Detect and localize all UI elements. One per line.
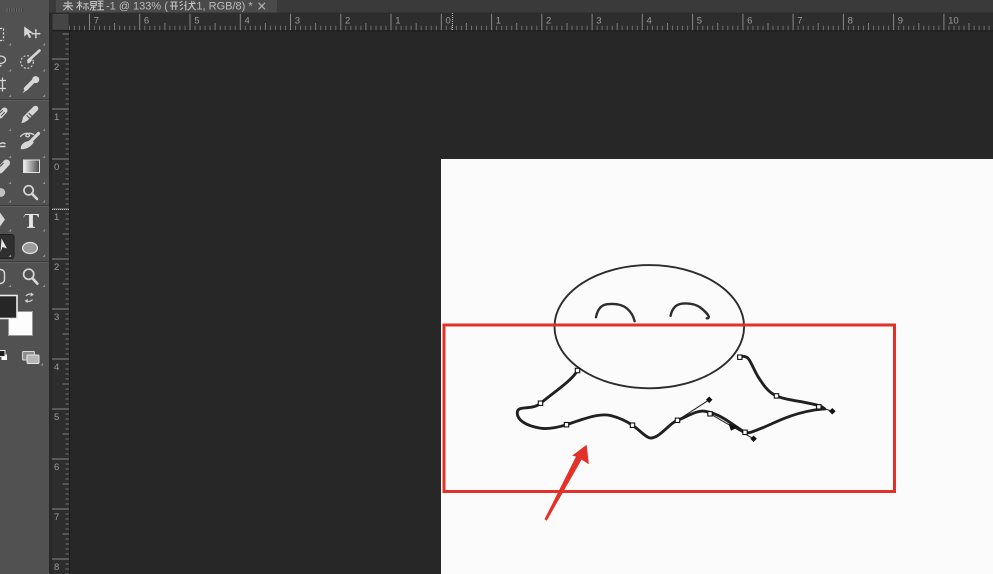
svg-text:3: 3 <box>596 16 601 27</box>
svg-text:2: 2 <box>345 16 350 27</box>
svg-text:2: 2 <box>546 16 551 27</box>
svg-text:0: 0 <box>446 16 451 27</box>
svg-text:9: 9 <box>898 16 903 27</box>
svg-text:10: 10 <box>948 16 959 27</box>
svg-text:6: 6 <box>144 16 149 27</box>
svg-text:3: 3 <box>54 312 59 323</box>
svg-text:7: 7 <box>54 512 59 523</box>
svg-text:1: 1 <box>496 16 501 27</box>
svg-text:2: 2 <box>54 62 59 73</box>
svg-text:4: 4 <box>245 16 250 27</box>
svg-text:2: 2 <box>54 262 59 273</box>
svg-text:5: 5 <box>54 412 59 423</box>
svg-text:-1 @ 133% (: -1 @ 133% ( <box>106 1 168 13</box>
svg-text:4: 4 <box>647 16 652 27</box>
svg-text:3: 3 <box>295 16 300 27</box>
svg-text:7: 7 <box>797 16 802 27</box>
svg-text:0: 0 <box>54 162 59 173</box>
svg-text:1: 1 <box>395 16 400 27</box>
svg-text:6: 6 <box>747 16 752 27</box>
svg-text:1, RGB/8) *: 1, RGB/8) * <box>196 1 253 13</box>
svg-text:1: 1 <box>54 212 59 223</box>
svg-text:4: 4 <box>54 362 59 373</box>
svg-text:6: 6 <box>54 462 59 473</box>
svg-text:8: 8 <box>848 16 853 27</box>
svg-text:1: 1 <box>54 112 59 123</box>
svg-text:8: 8 <box>54 562 59 573</box>
svg-text:7: 7 <box>94 16 99 27</box>
svg-text:5: 5 <box>194 16 199 27</box>
svg-text:5: 5 <box>697 16 702 27</box>
